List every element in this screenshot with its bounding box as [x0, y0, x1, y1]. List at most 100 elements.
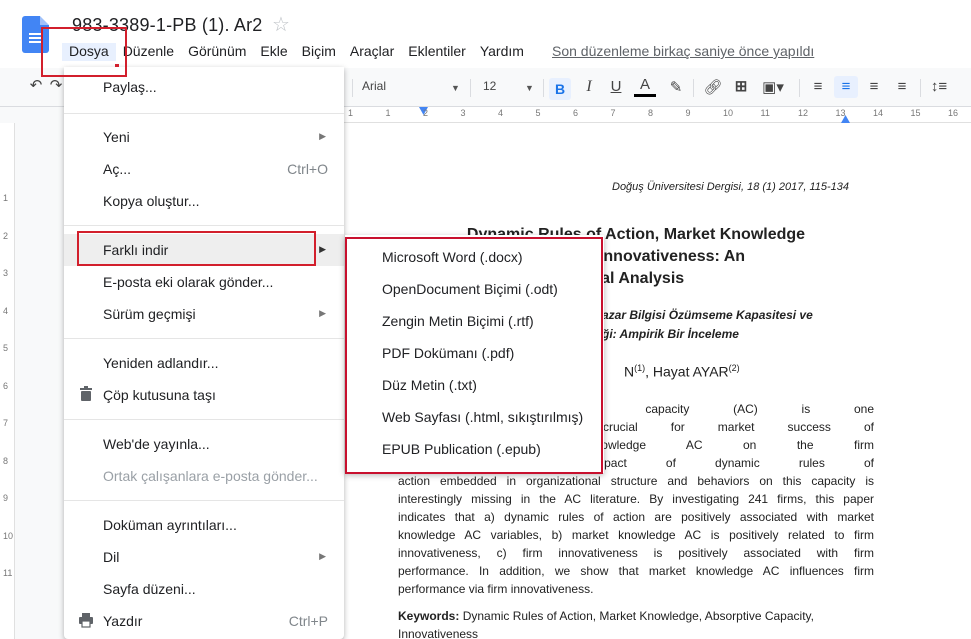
paper-subtitle: azar Bilgisi Özümseme Kapasitesi ve ği: …	[602, 306, 852, 344]
download-epub[interactable]: EPUB Publication (.epub)	[345, 433, 604, 465]
docs-logo-icon[interactable]	[22, 16, 49, 53]
menu-format[interactable]: Biçim	[295, 43, 343, 61]
printer-icon	[78, 612, 94, 628]
download-pdf-label: PDF Dokümanı (.pdf)	[382, 345, 515, 361]
align-left-icon[interactable]: ≡	[808, 78, 828, 95]
image-icon[interactable]: ▣▾	[758, 78, 788, 96]
menu-tools[interactable]: Araçlar	[343, 43, 401, 61]
menu-insert[interactable]: Ekle	[253, 43, 294, 61]
font-caret-icon: ▼	[451, 83, 460, 93]
menu-item-download-as[interactable]: Farklı indir ▶	[64, 234, 344, 266]
ruler-tick-label: 11	[760, 108, 770, 118]
ruler-tick-label: 12	[798, 108, 809, 118]
menu-item-share[interactable]: Paylaş...	[64, 71, 344, 103]
author-1-sup: (1)	[634, 363, 646, 373]
ruler-tick-label: 1	[385, 108, 391, 118]
keywords: Keywords: Dynamic Rules of Action, Marke…	[398, 607, 874, 639]
underline-icon[interactable]: U	[607, 78, 625, 95]
font-select[interactable]: Arial	[362, 79, 462, 93]
ruler-tick-label: 9	[685, 108, 691, 118]
justify-icon[interactable]: ≡	[892, 78, 912, 95]
download-submenu: Microsoft Word (.docx) OpenDocument Biçi…	[345, 235, 604, 473]
chevron-right-icon: ▶	[319, 551, 326, 561]
download-txt[interactable]: Düz Metin (.txt)	[345, 369, 604, 401]
open-label: Aç...	[103, 161, 132, 177]
author-1: N	[624, 363, 635, 380]
author-2-sup: (2)	[728, 363, 740, 373]
ruler-tick-label: 2	[3, 230, 9, 241]
open-shortcut: Ctrl+O	[287, 161, 328, 177]
abstract-line: innovativeness, c) firm innovativeness i…	[398, 546, 874, 560]
menu-item-publish[interactable]: Web'de yayınla...	[64, 428, 344, 460]
font-size-value: 12	[483, 79, 497, 93]
authors: N(1), Hayat AYAR(2)	[624, 363, 740, 380]
star-icon[interactable]: ☆	[272, 12, 290, 37]
menu-item-version-history[interactable]: Sürüm geçmişi ▶	[64, 298, 344, 330]
menu-item-open[interactable]: Aç... Ctrl+O	[64, 153, 344, 185]
ruler-tick-label: 10	[723, 108, 734, 118]
last-edit-link[interactable]: Son düzenleme birkaç saniye önce yapıldı	[552, 43, 814, 59]
menu-item-rename[interactable]: Yeniden adlandır...	[64, 347, 344, 379]
abstract-line: interestingly missing in the AC literatu…	[398, 492, 874, 506]
menu-item-make-copy[interactable]: Kopya oluştur...	[64, 185, 344, 217]
abstract-line: knowledge AC variables, b) market knowle…	[398, 528, 874, 542]
version-history-label: Sürüm geçmişi	[103, 306, 196, 322]
undo-icon[interactable]: ↶	[26, 76, 46, 94]
ruler-tick-label: 6	[573, 108, 579, 118]
menu-addons[interactable]: Eklentiler	[401, 43, 473, 61]
download-docx[interactable]: Microsoft Word (.docx)	[345, 241, 604, 273]
menu-item-email-attachment[interactable]: E-posta eki olarak gönder...	[64, 266, 344, 298]
ruler-tick-label: 6	[3, 380, 9, 391]
bold-icon[interactable]: B	[549, 78, 571, 100]
menu-file[interactable]: Dosya	[62, 43, 116, 61]
download-docx-label: Microsoft Word (.docx)	[382, 249, 523, 265]
download-rtf-label: Zengin Metin Biçimi (.rtf)	[382, 313, 534, 329]
ruler-tick-label: 3	[3, 268, 9, 278]
comment-icon[interactable]: ⊞	[732, 77, 750, 95]
link-icon[interactable]: 🔗︎	[702, 78, 724, 96]
ruler-tick-label: 1	[348, 108, 354, 118]
rename-label: Yeniden adlandır...	[103, 355, 219, 371]
highlight-icon[interactable]: ✎	[666, 78, 686, 96]
menu-item-page-setup[interactable]: Sayfa düzeni...	[64, 573, 344, 605]
download-rtf[interactable]: Zengin Metin Biçimi (.rtf)	[345, 305, 604, 337]
redo-icon[interactable]: ↷	[48, 76, 64, 94]
menu-item-details[interactable]: Doküman ayrıntıları...	[64, 509, 344, 541]
align-center-icon[interactable]: ≡	[834, 76, 858, 98]
trash-icon	[78, 386, 94, 402]
print-shortcut: Ctrl+P	[288, 613, 328, 629]
abstract-line: action embedded in organizational struct…	[398, 474, 874, 488]
align-right-icon[interactable]: ≡	[864, 78, 884, 95]
language-label: Dil	[103, 549, 120, 565]
email-attachment-label: E-posta eki olarak gönder...	[103, 274, 274, 290]
menu-item-email-collaborators: Ortak çalışanlara e-posta gönder...	[64, 460, 344, 492]
text-color-icon[interactable]: A	[634, 76, 656, 97]
menu-help[interactable]: Yardım	[473, 43, 531, 61]
download-pdf[interactable]: PDF Dokümanı (.pdf)	[345, 337, 604, 369]
download-odt[interactable]: OpenDocument Biçimi (.odt)	[345, 273, 604, 305]
ruler-tick-label: 5	[3, 343, 9, 353]
download-html[interactable]: Web Sayfası (.html, sıkıştırılmış)	[345, 401, 604, 433]
line-spacing-icon[interactable]: ↕≡	[928, 78, 950, 95]
menu-item-new[interactable]: Yeni ▶	[64, 121, 344, 153]
vertical-ruler[interactable]: 1 2 3 4 5 6 7 8 9 10 11	[0, 123, 15, 639]
menu-item-print[interactable]: Yazdır Ctrl+P	[64, 605, 344, 637]
subtitle-line-2: ği: Ampirik Bir İnceleme	[602, 327, 739, 341]
keywords-label: Keywords:	[398, 609, 460, 623]
details-label: Doküman ayrıntıları...	[103, 517, 237, 533]
chevron-right-icon: ▶	[319, 244, 326, 254]
size-caret-icon: ▼	[525, 83, 534, 93]
keywords-text-2: Innovativeness	[398, 627, 479, 639]
subtitle-line-1: azar Bilgisi Özümseme Kapasitesi ve	[602, 308, 813, 322]
menu-item-trash[interactable]: Çöp kutusuna taşı	[64, 379, 344, 411]
italic-icon[interactable]: I	[580, 78, 598, 96]
copy-label: Kopya oluştur...	[103, 193, 200, 209]
horizontal-ruler[interactable]: 11234567891011121314151617	[344, 107, 971, 123]
ruler-tick-label: 5	[535, 108, 541, 118]
menu-view[interactable]: Görünüm	[181, 43, 253, 61]
menu-edit[interactable]: Düzenle	[116, 43, 181, 61]
font-value: Arial	[362, 79, 387, 93]
menu-item-language[interactable]: Dil ▶	[64, 541, 344, 573]
publish-label: Web'de yayınla...	[103, 436, 210, 452]
document-title[interactable]: 983-3389-1-PB (1). Ar2	[72, 15, 263, 36]
